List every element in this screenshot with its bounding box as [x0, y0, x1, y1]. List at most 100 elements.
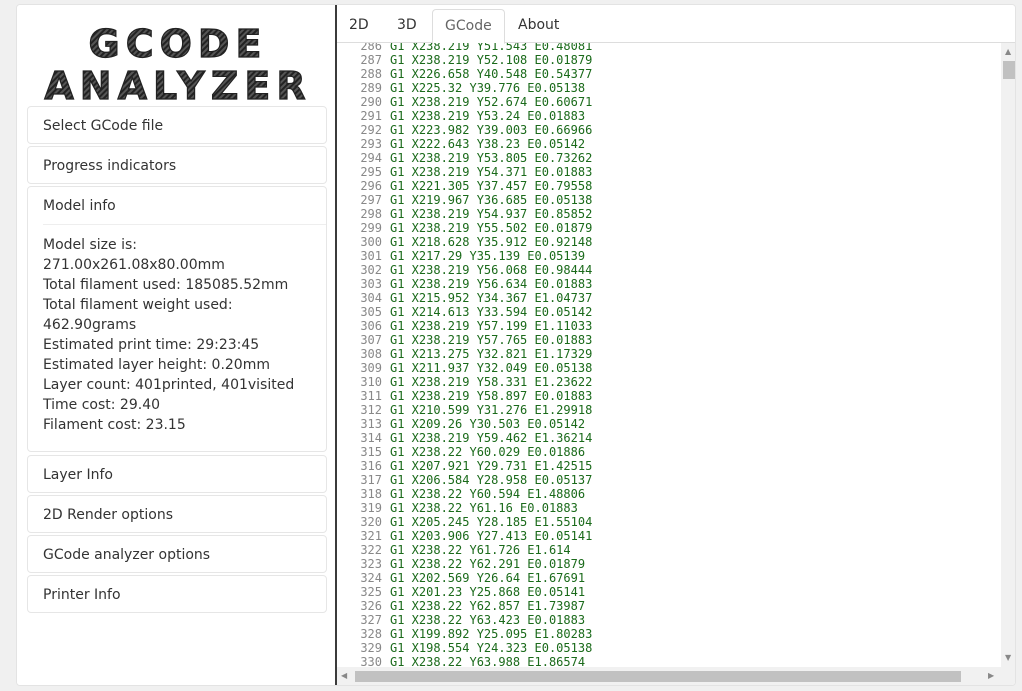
- panel-progress-indicators[interactable]: Progress indicators: [27, 146, 327, 184]
- line-number: 322: [360, 543, 382, 557]
- line-number: 327: [360, 613, 382, 627]
- line-number: 305: [360, 305, 382, 319]
- vertical-scrollbar[interactable]: ▲ ▼: [1001, 43, 1015, 667]
- line-number: 317: [360, 473, 382, 487]
- gcode-command: G1 X199.892 Y25.095 E1.80283: [390, 627, 593, 641]
- gcode-line: 302 G1 X238.219 Y56.068 E0.98444: [337, 263, 1001, 277]
- app-window: GCODE GCODE ANALYZER ANALYZER Select GCo…: [16, 4, 1016, 686]
- line-number: 313: [360, 417, 382, 431]
- gcode-command: G1 X223.982 Y39.003 E0.66966: [390, 123, 593, 137]
- panel-gcode-analyzer-options[interactable]: GCode analyzer options: [27, 535, 327, 573]
- logo-line2-outline: ANALYZER: [44, 64, 311, 108]
- gcode-line: 326 G1 X238.22 Y62.857 E1.73987: [337, 599, 1001, 613]
- vertical-scroll-thumb[interactable]: [1003, 61, 1015, 79]
- scroll-down-arrow-icon[interactable]: ▼: [1005, 653, 1011, 662]
- horizontal-scrollbar[interactable]: ◀ ▶: [337, 667, 1001, 685]
- gcode-line: 316 G1 X207.921 Y29.731 E1.42515: [337, 459, 1001, 473]
- gcode-command: G1 X238.219 Y57.199 E1.11033: [390, 319, 593, 333]
- tab-2d[interactable]: 2D: [337, 9, 381, 44]
- gcode-command: G1 X238.219 Y59.462 E1.36214: [390, 431, 593, 445]
- gcode-command: G1 X238.219 Y52.674 E0.60671: [390, 95, 593, 109]
- model-info-line: 271.00x261.08x80.00mm: [43, 257, 225, 273]
- model-info-line: Estimated print time: 29:23:45: [43, 337, 260, 353]
- horizontal-scroll-thumb[interactable]: [355, 671, 961, 682]
- gcode-line: 322 G1 X238.22 Y61.726 E1.614: [337, 543, 1001, 557]
- gcode-command: G1 X218.628 Y35.912 E0.92148: [390, 235, 593, 249]
- gcode-line: 323 G1 X238.22 Y62.291 E0.01879: [337, 557, 1001, 571]
- gcode-command: G1 X238.219 Y58.897 E0.01883: [390, 389, 593, 403]
- gcode-listing[interactable]: 286 G1 X238.219 Y51.543 E0.48081 287 G1 X23…: [337, 43, 1001, 667]
- line-number: 316: [360, 459, 382, 473]
- gcode-line: 291 G1 X238.219 Y53.24 E0.01883: [337, 109, 1001, 123]
- model-info-line: Model size is:: [43, 237, 137, 253]
- line-number: 299: [360, 221, 382, 235]
- line-number: 294: [360, 151, 382, 165]
- scroll-up-arrow-icon[interactable]: ▲: [1005, 47, 1011, 56]
- line-number: 312: [360, 403, 382, 417]
- line-number: 325: [360, 585, 382, 599]
- gcode-command: G1 X238.219 Y53.24 E0.01883: [390, 109, 586, 123]
- gcode-command: G1 X238.219 Y53.805 E0.73262: [390, 151, 593, 165]
- line-number: 295: [360, 165, 382, 179]
- scroll-left-arrow-icon[interactable]: ◀: [341, 671, 347, 680]
- gcode-command: G1 X238.22 Y60.029 E0.01886: [390, 445, 586, 459]
- gcode-line: 309 G1 X211.937 Y32.049 E0.05138: [337, 361, 1001, 375]
- gcode-command: G1 X213.275 Y32.821 E1.17329: [390, 347, 593, 361]
- tab-about[interactable]: About: [506, 9, 571, 44]
- line-number: 318: [360, 487, 382, 501]
- gcode-line: 290 G1 X238.219 Y52.674 E0.60671: [337, 95, 1001, 109]
- line-number: 291: [360, 109, 382, 123]
- gcode-line: 307 G1 X238.219 Y57.765 E0.01883: [337, 333, 1001, 347]
- gcode-command: G1 X238.219 Y52.108 E0.01879: [390, 53, 593, 67]
- model-info-line: Layer count: 401printed, 401visited: [43, 377, 295, 393]
- panel-2d-render-options[interactable]: 2D Render options: [27, 495, 327, 533]
- line-number: 309: [360, 361, 382, 375]
- line-number: 297: [360, 193, 382, 207]
- gcode-command: G1 X238.219 Y54.937 E0.85852: [390, 207, 593, 221]
- tab-3d[interactable]: 3D: [385, 9, 429, 44]
- gcode-command: G1 X206.584 Y28.958 E0.05137: [390, 473, 593, 487]
- gcode-command: G1 X238.219 Y56.068 E0.98444: [390, 263, 593, 277]
- panel-label: Printer Info: [43, 587, 121, 603]
- line-number: 319: [360, 501, 382, 515]
- gcode-line: 313 G1 X209.26 Y30.503 E0.05142: [337, 417, 1001, 431]
- line-number: 314: [360, 431, 382, 445]
- gcode-line: 305 G1 X214.613 Y33.594 E0.05142: [337, 305, 1001, 319]
- panel-header[interactable]: Model info: [43, 187, 326, 225]
- gcode-line: 324 G1 X202.569 Y26.64 E1.67691: [337, 571, 1001, 585]
- gcode-line: 287 G1 X238.219 Y52.108 E0.01879: [337, 53, 1001, 67]
- panel-select-gcode-file[interactable]: Select GCode file: [27, 106, 327, 144]
- model-info-line: 462.90grams: [43, 317, 137, 333]
- gcode-line: 317 G1 X206.584 Y28.958 E0.05137: [337, 473, 1001, 487]
- panel-printer-info[interactable]: Printer Info: [27, 575, 327, 613]
- gcode-command: G1 X238.22 Y62.857 E1.73987: [390, 599, 586, 613]
- gcode-line: 319 G1 X238.22 Y61.16 E0.01883: [337, 501, 1001, 515]
- line-number: 320: [360, 515, 382, 529]
- gcode-command: G1 X209.26 Y30.503 E0.05142: [390, 417, 586, 431]
- gcode-line: 310 G1 X238.219 Y58.331 E1.23622: [337, 375, 1001, 389]
- line-number: 292: [360, 123, 382, 137]
- gcode-command: G1 X214.613 Y33.594 E0.05142: [390, 305, 593, 319]
- gcode-line: 315 G1 X238.22 Y60.029 E0.01886: [337, 445, 1001, 459]
- gcode-line: 303 G1 X238.219 Y56.634 E0.01883: [337, 277, 1001, 291]
- line-number: 304: [360, 291, 382, 305]
- panel-label: Layer Info: [43, 467, 113, 483]
- gcode-line: 299 G1 X238.219 Y55.502 E0.01879: [337, 221, 1001, 235]
- gcode-line: 293 G1 X222.643 Y38.23 E0.05142: [337, 137, 1001, 151]
- gcode-line: 327 G1 X238.22 Y63.423 E0.01883: [337, 613, 1001, 627]
- gcode-line: 330 G1 X238.22 Y63.988 E1.86574: [337, 655, 1001, 667]
- gcode-line: 306 G1 X238.219 Y57.199 E1.11033: [337, 319, 1001, 333]
- tab-gcode[interactable]: GCode: [432, 9, 505, 44]
- panel-layer-info[interactable]: Layer Info: [27, 455, 327, 493]
- gcode-command: G1 X225.32 Y39.776 E0.05138: [390, 81, 586, 95]
- gcode-line: 288 G1 X226.658 Y40.548 E0.54377: [337, 67, 1001, 81]
- panel-label: Model info: [43, 198, 116, 214]
- line-number: 328: [360, 627, 382, 641]
- gcode-command: G1 X238.22 Y62.291 E0.01879: [390, 557, 586, 571]
- line-number: 293: [360, 137, 382, 151]
- gcode-line: 289 G1 X225.32 Y39.776 E0.05138: [337, 81, 1001, 95]
- gcode-command: G1 X238.219 Y51.543 E0.48081: [390, 43, 593, 53]
- gcode-line: 286 G1 X238.219 Y51.543 E0.48081: [337, 43, 1001, 53]
- scroll-right-arrow-icon[interactable]: ▶: [988, 671, 994, 680]
- panel-model-info[interactable]: Model info Model size is: 271.00x261.08x…: [27, 186, 327, 452]
